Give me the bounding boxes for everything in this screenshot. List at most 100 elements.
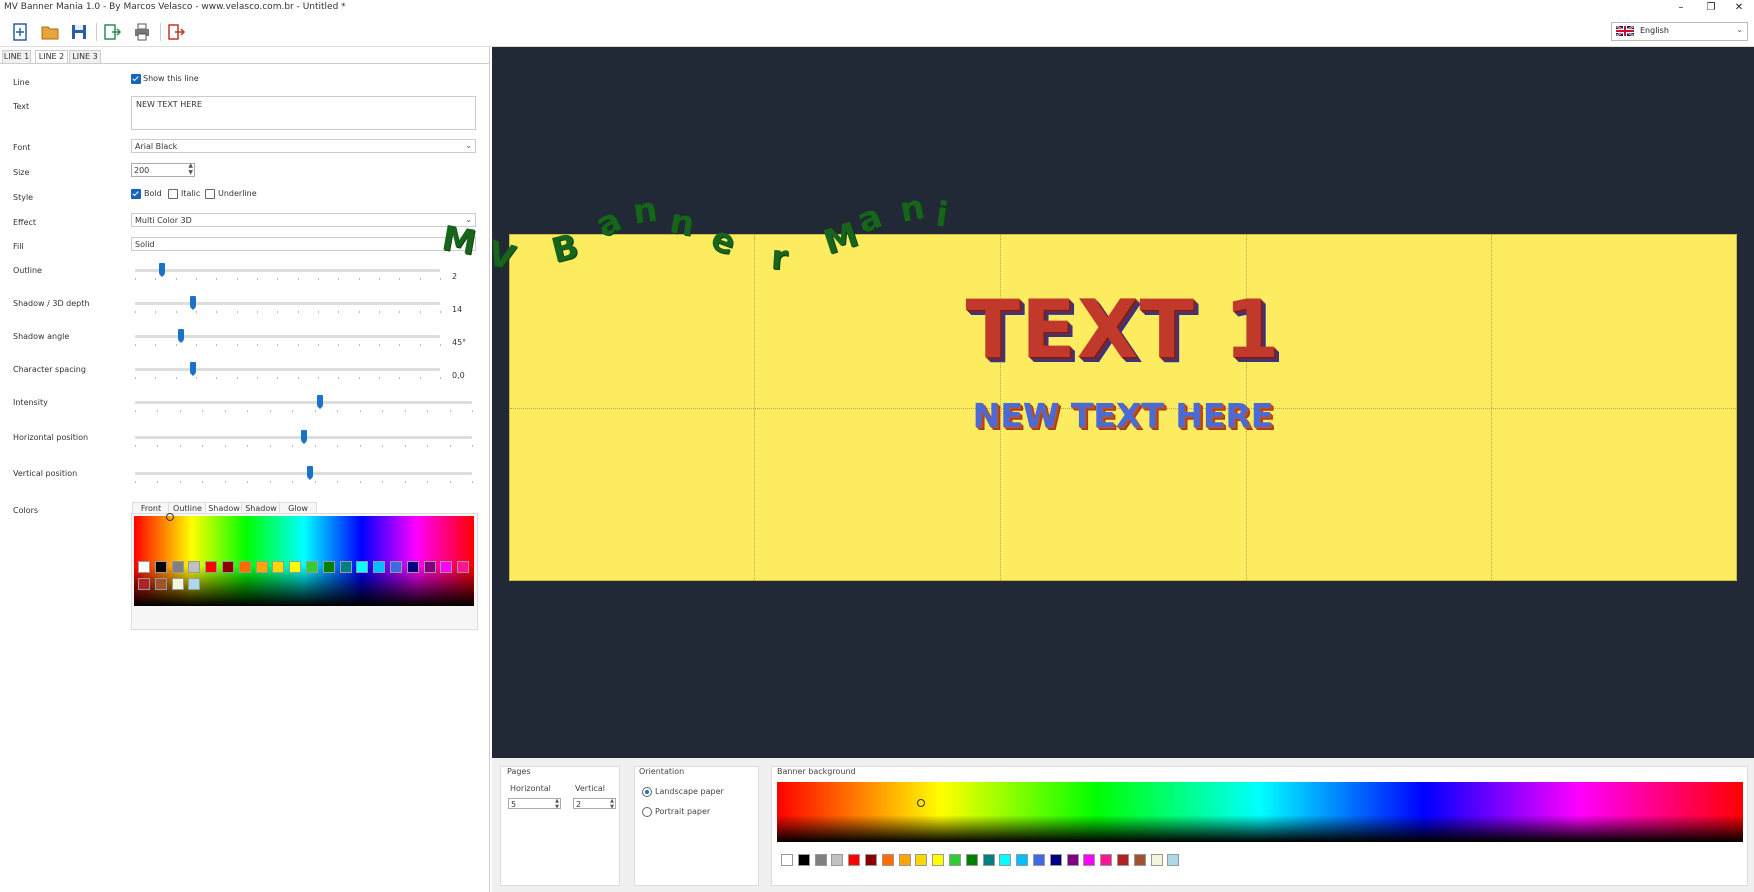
slider-track[interactable]	[135, 302, 440, 305]
color-swatch[interactable]	[289, 561, 302, 573]
new-banner-icon[interactable]	[10, 22, 30, 42]
color-swatch[interactable]	[255, 561, 268, 573]
background-color-spectrum[interactable]	[777, 782, 1743, 842]
stepper-arrows-icon[interactable]: ▲ ▼	[188, 162, 193, 176]
slider-tick	[360, 481, 361, 483]
color-swatch[interactable]	[423, 561, 436, 573]
color-swatch[interactable]	[222, 561, 234, 573]
landscape-radio[interactable]	[642, 787, 652, 797]
background-swatch[interactable]	[1133, 854, 1146, 866]
background-swatch[interactable]	[1049, 854, 1062, 866]
background-swatch[interactable]	[848, 854, 861, 866]
background-swatch[interactable]	[1083, 854, 1096, 866]
slider-value: 14	[452, 305, 463, 314]
background-swatch[interactable]	[831, 854, 844, 866]
background-swatch[interactable]	[982, 854, 995, 866]
maximize-button[interactable]: ❐	[1696, 0, 1726, 16]
close-button[interactable]: ✕	[1724, 0, 1754, 16]
slider-track[interactable]	[135, 472, 472, 475]
slider-track[interactable]	[135, 368, 440, 371]
background-swatch[interactable]	[1016, 854, 1029, 866]
color-swatch[interactable]	[205, 561, 218, 573]
slider-thumb[interactable]	[307, 466, 313, 480]
stepper-arrows-icon[interactable]: ▲ ▼	[555, 798, 559, 810]
color-swatch[interactable]	[457, 561, 470, 573]
italic-checkbox[interactable]	[168, 189, 178, 199]
color-swatch[interactable]	[272, 561, 285, 573]
vertical-pages-stepper[interactable]: 2 ▲ ▼	[573, 798, 616, 810]
color-swatch[interactable]	[238, 561, 251, 573]
line-label: Line	[13, 78, 30, 87]
stepper-arrows-icon[interactable]: ▲ ▼	[610, 798, 614, 810]
banner-preview[interactable]: TEXT 1 NEW TEXT HERE MVBannerMani	[439, 187, 1737, 581]
background-swatch[interactable]	[781, 854, 793, 866]
banner-line-3[interactable]: MVBannerMani	[439, 187, 1736, 580]
exit-icon[interactable]	[166, 22, 186, 42]
text-input[interactable]: NEW TEXT HERE	[131, 96, 476, 130]
background-swatch[interactable]	[1066, 854, 1079, 866]
color-swatch[interactable]	[138, 578, 150, 590]
color-swatch[interactable]	[154, 578, 167, 590]
color-swatch[interactable]	[390, 561, 402, 573]
background-swatch[interactable]	[1150, 854, 1163, 866]
color-swatch[interactable]	[322, 561, 335, 573]
show-line-checkbox[interactable]	[131, 74, 141, 84]
color-swatch[interactable]	[339, 561, 352, 573]
slider-tick	[427, 410, 428, 412]
slider-thumb[interactable]	[178, 329, 184, 343]
background-swatch[interactable]	[797, 854, 810, 866]
color-swatch[interactable]	[138, 561, 150, 573]
language-select[interactable]: English ⌄	[1611, 22, 1748, 41]
slider-tick	[450, 445, 451, 447]
color-swatch[interactable]	[171, 561, 184, 573]
background-swatch[interactable]	[814, 854, 827, 866]
slider-thumb[interactable]	[301, 430, 307, 444]
slider-thumb[interactable]	[190, 362, 196, 376]
background-swatch[interactable]	[865, 854, 877, 866]
background-swatch[interactable]	[932, 854, 945, 866]
background-swatch[interactable]	[898, 854, 911, 866]
color-swatch[interactable]	[171, 578, 184, 590]
tab-line-2[interactable]: LINE 2	[35, 50, 68, 64]
background-swatch[interactable]	[949, 854, 961, 866]
bold-checkbox[interactable]	[131, 189, 141, 199]
tab-line-1[interactable]: LINE 1	[2, 50, 31, 64]
fill-select[interactable]: Solid ⌄	[131, 237, 476, 251]
spectrum-cursor[interactable]	[166, 513, 174, 521]
slider-thumb[interactable]	[317, 395, 323, 409]
color-swatch[interactable]	[306, 561, 318, 573]
color-swatch[interactable]	[406, 561, 419, 573]
slider-track[interactable]	[135, 269, 440, 272]
open-folder-icon[interactable]	[40, 22, 60, 42]
size-stepper[interactable]: 200 ▲ ▼	[131, 162, 195, 177]
print-icon[interactable]	[132, 22, 152, 42]
portrait-radio[interactable]	[642, 807, 652, 817]
background-swatch[interactable]	[881, 854, 894, 866]
background-swatch[interactable]	[915, 854, 928, 866]
slider-label: Vertical position	[13, 469, 78, 478]
spectrum-cursor[interactable]	[917, 799, 925, 807]
color-swatch[interactable]	[356, 561, 369, 573]
color-swatch[interactable]	[440, 561, 453, 573]
color-swatch[interactable]	[188, 561, 201, 573]
background-swatch[interactable]	[1100, 854, 1113, 866]
export-icon[interactable]	[102, 22, 122, 42]
tab-line-3[interactable]: LINE 3	[69, 50, 101, 64]
slider-track[interactable]	[135, 401, 472, 404]
save-icon[interactable]	[69, 22, 89, 42]
slider-thumb[interactable]	[159, 263, 165, 277]
color-swatch[interactable]	[373, 561, 386, 573]
color-swatch[interactable]	[154, 561, 167, 573]
minimize-button[interactable]: –	[1666, 0, 1696, 16]
background-swatch[interactable]	[1033, 854, 1045, 866]
slider-thumb[interactable]	[190, 296, 196, 310]
background-swatch[interactable]	[999, 854, 1012, 866]
background-swatch[interactable]	[965, 854, 978, 866]
font-select[interactable]: Arial Black ⌄	[131, 139, 476, 153]
horizontal-pages-stepper[interactable]: 5 ▲ ▼	[508, 798, 561, 810]
background-swatch[interactable]	[1117, 854, 1129, 866]
background-swatch[interactable]	[1167, 854, 1180, 866]
color-swatch[interactable]	[188, 578, 201, 590]
effect-select[interactable]: Multi Color 3D ⌄	[131, 213, 476, 227]
underline-checkbox[interactable]	[205, 189, 215, 199]
